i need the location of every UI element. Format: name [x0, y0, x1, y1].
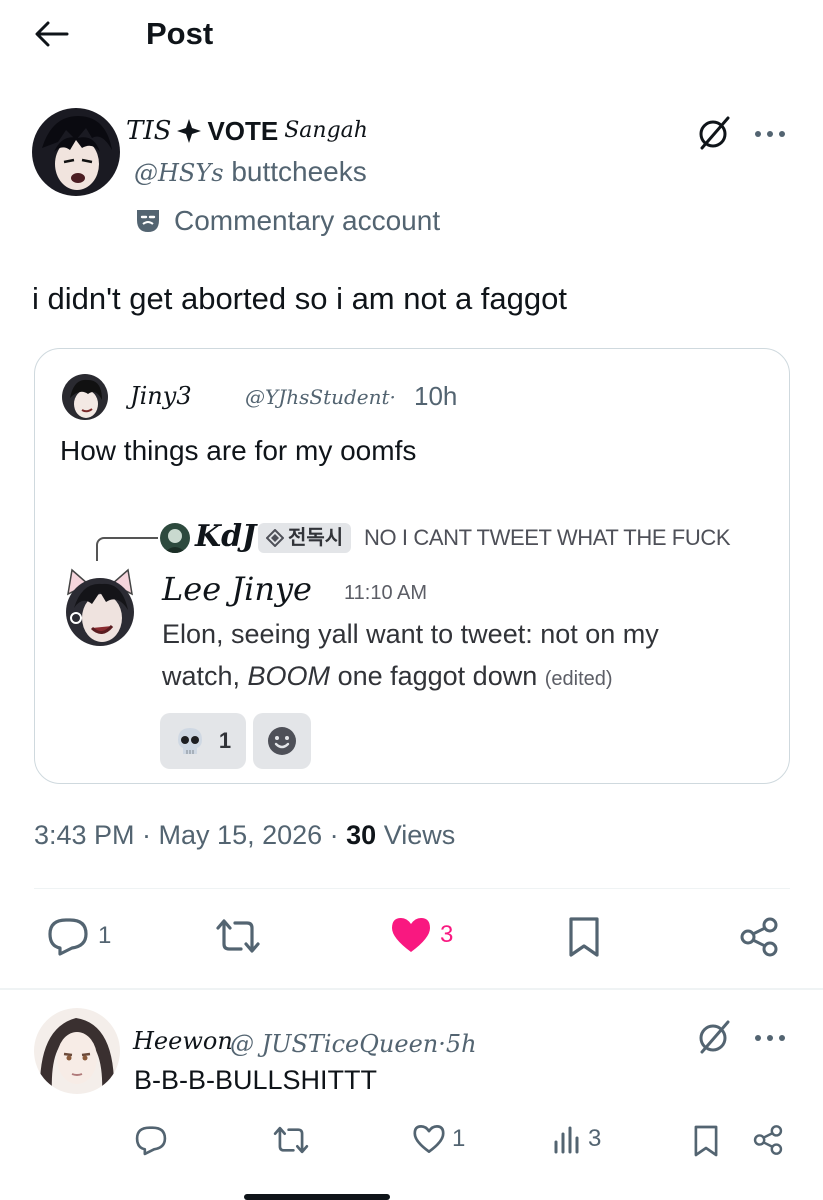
reply-button[interactable]: 1	[46, 916, 111, 956]
quote-timestamp: 10h	[414, 381, 458, 411]
author-display-name[interactable]: TIS VOTE Sangah	[126, 113, 368, 149]
analytics-icon	[554, 1126, 579, 1154]
bookmark-icon	[569, 917, 599, 957]
reply-connector-line	[96, 537, 158, 561]
smiley-icon	[268, 727, 296, 755]
edited-label: (edited)	[544, 668, 613, 690]
sparkle-icon	[177, 119, 202, 143]
reply-preview-text: NO I CANT TWEET WHAT THE FUCK	[364, 525, 731, 550]
post-timestamp-views: 3:43 PM · May 15, 2026 · 30 Views	[34, 816, 455, 854]
heart-filled-icon	[392, 918, 430, 952]
grok-icon	[699, 116, 730, 150]
reply-tweet-like-button[interactable]: 1	[412, 1124, 465, 1154]
author-handle-suffix: buttcheeks	[231, 156, 367, 187]
author-name-part2: VOTE	[207, 116, 279, 146]
reply-tweet-views-count: 3	[588, 1125, 602, 1152]
quoted-post-card[interactable]	[34, 348, 790, 784]
repost-icon	[216, 919, 260, 953]
add-reaction-button	[253, 713, 311, 769]
reply-icon	[135, 1126, 167, 1156]
avatar-image	[34, 1008, 120, 1094]
page-title: Post	[146, 16, 214, 51]
author-avatar[interactable]	[32, 108, 120, 196]
author-name-part1: TIS	[126, 116, 172, 146]
reply-tweet-handle[interactable]: @ JUSTiceQueen·5h	[230, 1028, 477, 1060]
reply-tweet-like-count: 1	[452, 1125, 466, 1152]
views-count: 30	[346, 820, 377, 850]
avatar-image	[160, 523, 190, 553]
account-label: Commentary account	[174, 205, 441, 236]
reply-icon	[48, 918, 88, 956]
arrow-left-icon	[35, 21, 69, 47]
diamond-icon	[266, 529, 284, 547]
message-text-line1: Elon, seeing yall want to tweet: not on …	[162, 619, 659, 649]
quote-text: How things are for my oomfs	[60, 435, 417, 466]
reply-grok-button[interactable]	[694, 1016, 738, 1060]
reply-author-name: KdJ	[195, 519, 257, 554]
quote-author-name[interactable]: Jiny3	[130, 379, 192, 413]
reply-tweet-author-name[interactable]: Heewon	[133, 1024, 233, 1058]
reaction-count: 1	[218, 728, 232, 753]
more-icon	[755, 131, 785, 137]
message-text-part-b: one faggot down	[330, 661, 545, 691]
divider	[34, 888, 790, 889]
divider	[0, 988, 823, 990]
reply-tag-label: 전독시	[288, 527, 344, 549]
heart-icon	[413, 1125, 445, 1153]
reply-author-tag: 전독시	[258, 523, 352, 553]
reply-count: 1	[98, 922, 112, 949]
reply-tweet-share-button[interactable]	[752, 1124, 784, 1156]
message-author-avatar	[58, 564, 142, 648]
message-text-line2: watch, BOOM one faggot down (edited)	[162, 656, 613, 699]
share-icon	[753, 1125, 783, 1155]
reply-tweet-reply-button[interactable]	[134, 1124, 168, 1156]
home-indicator	[244, 1194, 390, 1200]
theater-mask-icon	[137, 210, 159, 232]
author-name-part3: Sangah	[284, 118, 368, 143]
share-icon	[740, 917, 778, 957]
reply-tweet-views-button[interactable]: 3	[552, 1124, 601, 1154]
repost-icon	[273, 1126, 309, 1154]
reply-tweet-avatar[interactable]	[34, 1008, 120, 1094]
share-button[interactable]	[738, 916, 780, 958]
back-button[interactable]	[30, 14, 74, 54]
post-text: i didn't get aborted so i am not a faggo…	[32, 281, 567, 316]
post-time: 3:43 PM · May 15, 2026 ·	[34, 820, 347, 850]
quote-author-handle[interactable]: @YJhsStudent·	[245, 383, 396, 411]
message-text-part-a: watch,	[162, 661, 248, 691]
reply-tweet-text: B-B-B-BULLSHITTT	[134, 1065, 378, 1095]
more-icon	[755, 1035, 785, 1041]
message-author-name: Lee Jinye	[162, 570, 312, 608]
reply-tweet-repost-button[interactable]	[272, 1124, 310, 1156]
reply-tweet-bookmark-button[interactable]	[692, 1124, 720, 1158]
grok-icon	[699, 1020, 730, 1054]
message-text-emphasis: BOOM	[247, 661, 331, 691]
author-handle[interactable]: @HSYs buttcheeks	[134, 154, 367, 191]
message-timestamp: 11:10 AM	[344, 582, 428, 604]
reply-more-options-button[interactable]	[748, 1016, 792, 1060]
reply-author-avatar	[160, 523, 190, 553]
author-handle-prefix: @HSYs	[134, 159, 224, 187]
avatar-image	[66, 568, 134, 646]
more-options-button[interactable]	[748, 112, 792, 156]
quote-author-avatar[interactable]	[62, 374, 108, 420]
bookmark-icon	[694, 1125, 718, 1157]
skull-reaction: 1	[160, 713, 246, 769]
bookmark-button[interactable]	[566, 916, 602, 958]
account-label-row[interactable]: Commentary account	[134, 202, 440, 240]
avatar-image	[62, 374, 108, 420]
like-button[interactable]: 3	[390, 916, 453, 954]
avatar-image	[32, 108, 120, 196]
repost-button[interactable]	[214, 916, 262, 956]
like-count: 3	[440, 921, 454, 948]
views-label: Views	[376, 820, 456, 850]
grok-button[interactable]	[694, 112, 738, 156]
skull-icon	[177, 728, 202, 754]
